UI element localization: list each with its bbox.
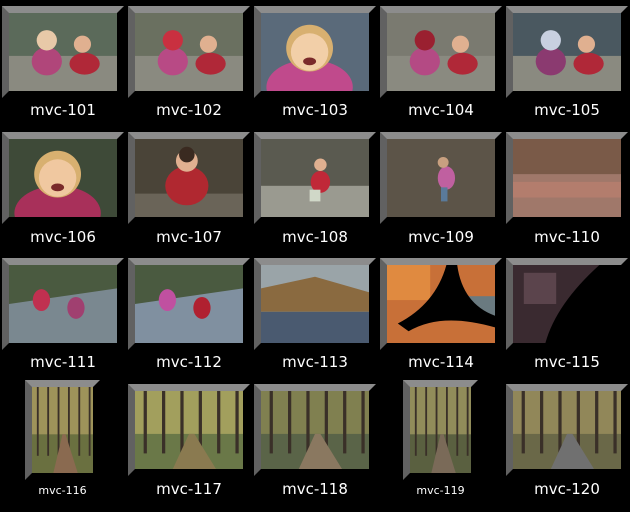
thumbnail-image[interactable] bbox=[506, 6, 628, 98]
thumbnail-image[interactable] bbox=[128, 6, 250, 98]
thumbnail-label[interactable]: mvc-103 bbox=[254, 101, 376, 119]
thumbnail-image[interactable] bbox=[2, 258, 124, 350]
thumbnail-label[interactable]: mvc-116 bbox=[25, 484, 100, 497]
thumbnail-label[interactable]: mvc-109 bbox=[380, 228, 502, 246]
thumbnail-image[interactable] bbox=[254, 6, 376, 98]
thumbnail-image[interactable] bbox=[2, 132, 124, 224]
thumbnail-image[interactable] bbox=[254, 258, 376, 350]
thumbnail-label[interactable]: mvc-101 bbox=[2, 101, 124, 119]
thumbnail-label[interactable]: mvc-110 bbox=[506, 228, 628, 246]
thumbnail-label[interactable]: mvc-104 bbox=[380, 101, 502, 119]
thumbnail-image[interactable] bbox=[128, 384, 250, 476]
thumbnail-label[interactable]: mvc-107 bbox=[128, 228, 250, 246]
thumbnail-label[interactable]: mvc-120 bbox=[506, 480, 628, 498]
thumbnail-label[interactable]: mvc-102 bbox=[128, 101, 250, 119]
thumbnail-image[interactable] bbox=[25, 380, 100, 480]
thumbnail-label[interactable]: mvc-113 bbox=[254, 353, 376, 371]
thumbnail-label[interactable]: mvc-105 bbox=[506, 101, 628, 119]
thumbnail-image[interactable] bbox=[506, 384, 628, 476]
thumbnail-image[interactable] bbox=[128, 258, 250, 350]
thumbnail-label[interactable]: mvc-111 bbox=[2, 353, 124, 371]
thumbnail-label[interactable]: mvc-108 bbox=[254, 228, 376, 246]
thumbnail-image[interactable] bbox=[506, 132, 628, 224]
thumbnail-image[interactable] bbox=[380, 132, 502, 224]
thumbnail-image[interactable] bbox=[403, 380, 478, 480]
thumbnail-image[interactable] bbox=[254, 384, 376, 476]
thumbnail-label[interactable]: mvc-106 bbox=[2, 228, 124, 246]
thumbnail-image[interactable] bbox=[380, 258, 502, 350]
thumbnail-label[interactable]: mvc-118 bbox=[254, 480, 376, 498]
thumbnail-image[interactable] bbox=[254, 132, 376, 224]
thumbnail-image[interactable] bbox=[128, 132, 250, 224]
thumbnail-label[interactable]: mvc-117 bbox=[128, 480, 250, 498]
thumbnail-label[interactable]: mvc-114 bbox=[380, 353, 502, 371]
thumbnail-label[interactable]: mvc-112 bbox=[128, 353, 250, 371]
thumbnail-label[interactable]: mvc-119 bbox=[403, 484, 478, 497]
thumbnail-image[interactable] bbox=[2, 6, 124, 98]
thumbnail-image[interactable] bbox=[506, 258, 628, 350]
thumbnail-label[interactable]: mvc-115 bbox=[506, 353, 628, 371]
thumbnail-image[interactable] bbox=[380, 6, 502, 98]
